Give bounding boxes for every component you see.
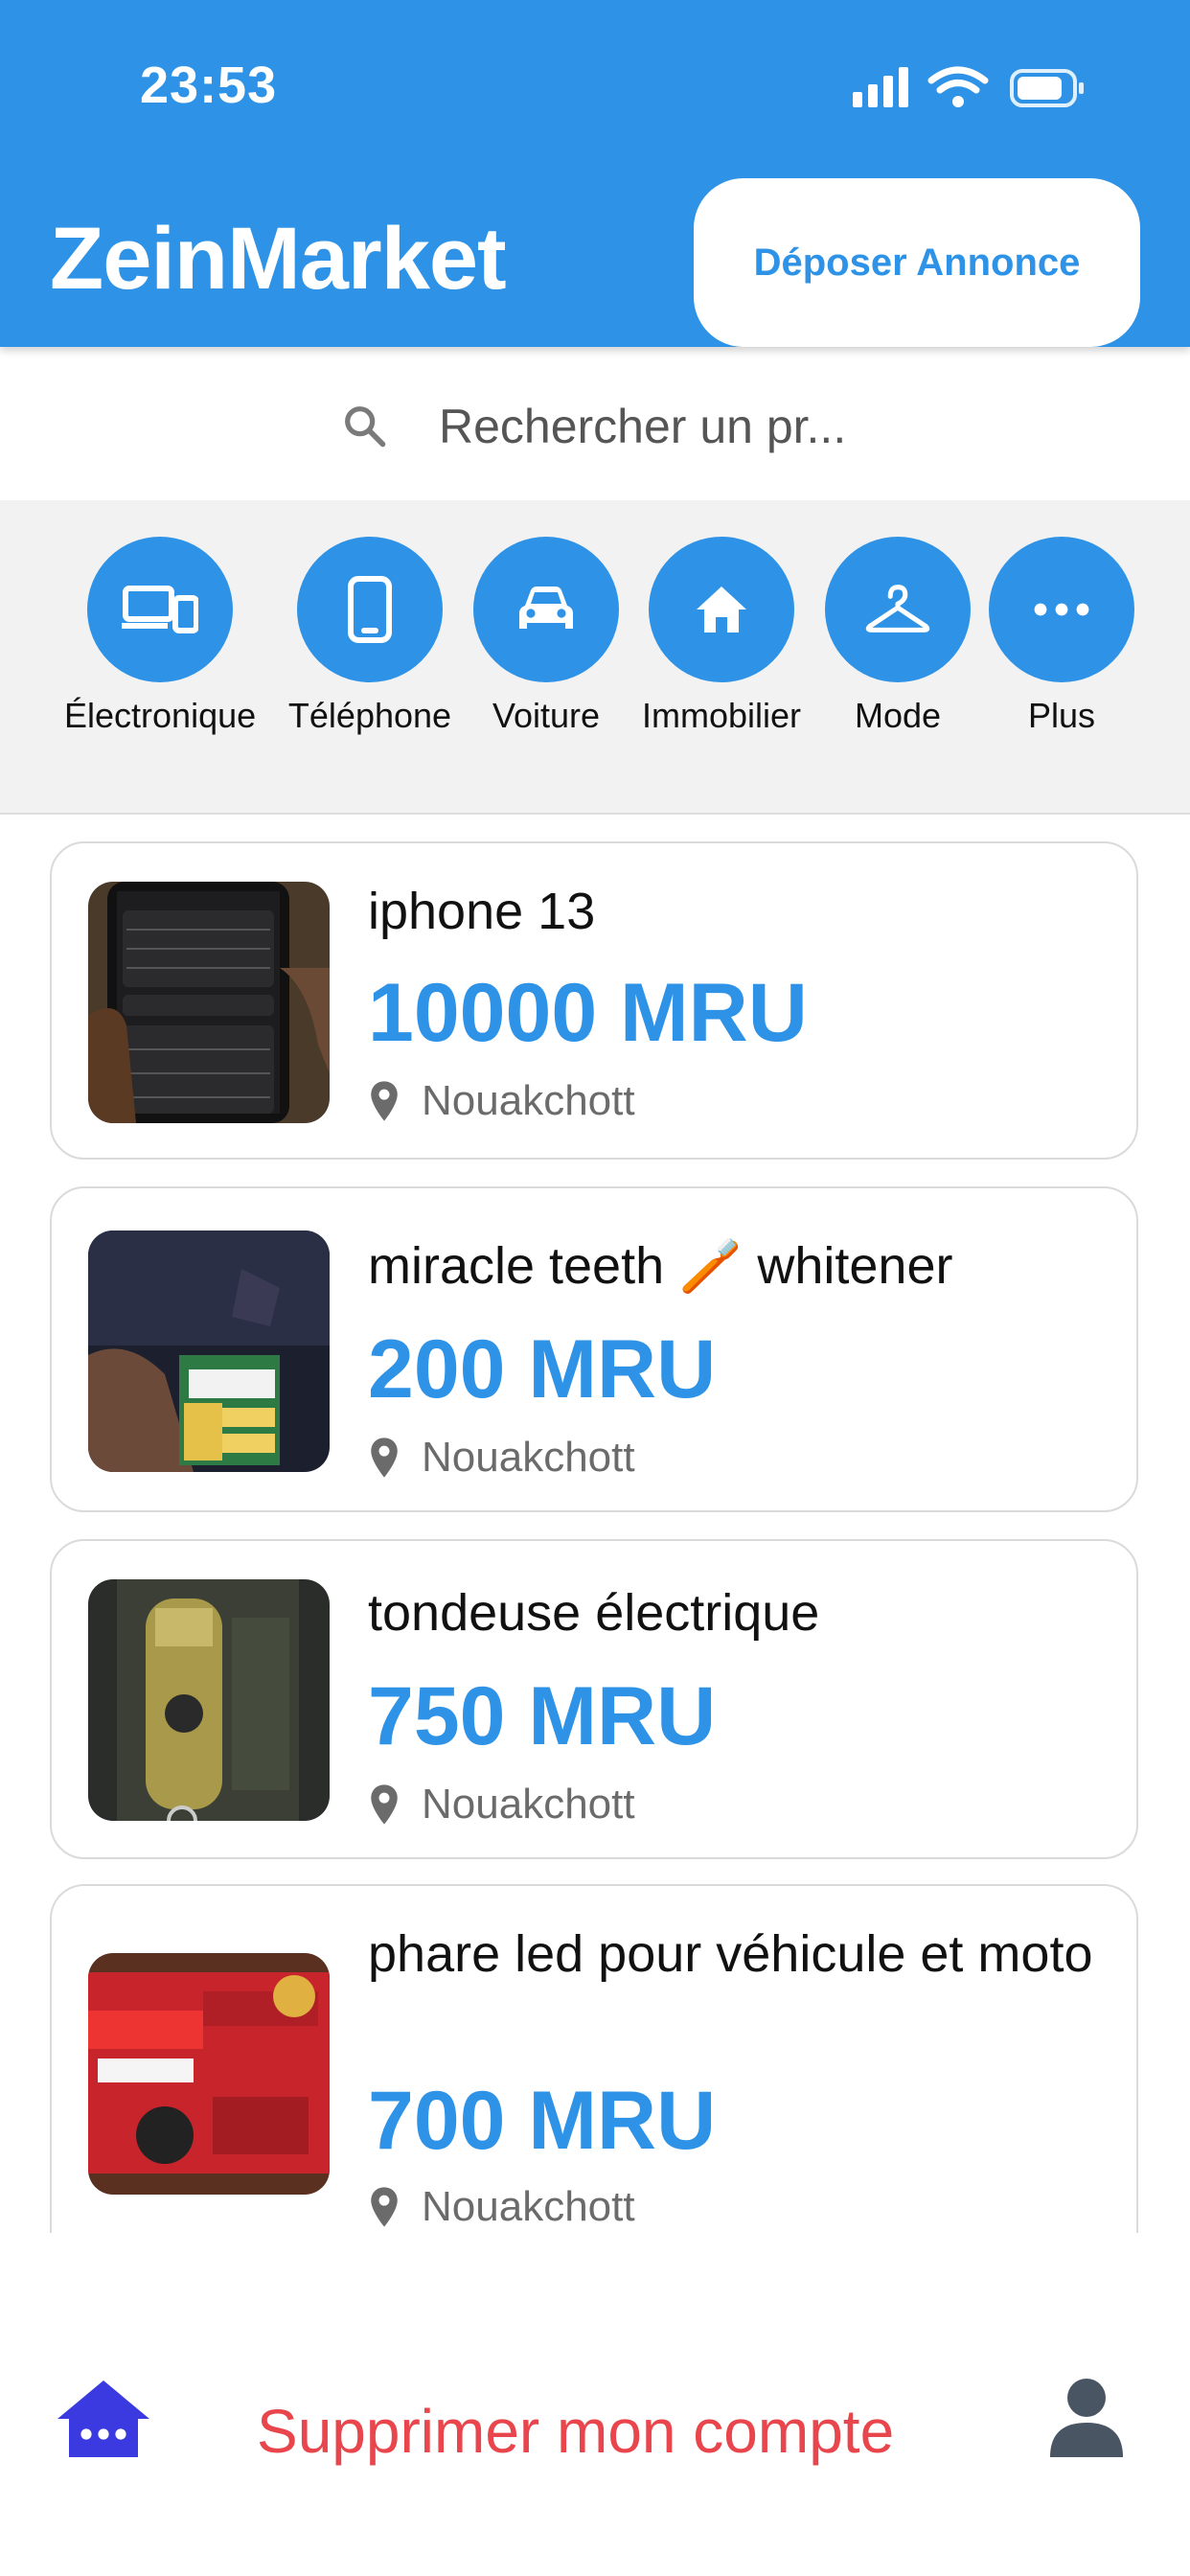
- listing-location: Nouakchott: [368, 1077, 635, 1125]
- category-label: Électronique: [64, 696, 257, 735]
- listing-price: 750 MRU: [368, 1670, 717, 1762]
- listing-location-text: Nouakchott: [422, 2183, 635, 2230]
- category-mode[interactable]: Mode: [802, 537, 994, 748]
- category-icon-circle: [649, 537, 794, 682]
- category-label: Immobilier: [641, 696, 802, 735]
- listing-location: Nouakchott: [368, 1781, 635, 1828]
- listing-price: 10000 MRU: [368, 967, 808, 1059]
- category-icon-circle: [297, 537, 443, 682]
- phone-icon: [348, 576, 392, 643]
- category-label: Mode: [854, 696, 942, 735]
- search-icon: [345, 406, 386, 448]
- listing-location-text: Nouakchott: [422, 1781, 635, 1828]
- listing-photo: [88, 1230, 330, 1472]
- category-icon-circle: [989, 537, 1134, 682]
- listing-card[interactable]: tondeuse électrique 750 MRU Nouakchott: [50, 1539, 1138, 1859]
- delete-account-button[interactable]: Supprimer mon compte: [257, 2396, 894, 2467]
- category-icon-circle: [825, 537, 971, 682]
- location-pin-icon: [371, 1438, 398, 1478]
- listing-location: Nouakchott: [368, 2183, 635, 2231]
- search-input[interactable]: [437, 387, 977, 466]
- hanger-icon: [865, 585, 930, 632]
- devices-icon: [122, 586, 198, 633]
- listing-title: tondeuse électrique: [368, 1584, 820, 1642]
- category-label: Téléphone: [287, 696, 452, 735]
- listing-location: Nouakchott: [368, 1434, 635, 1482]
- status-icons: [853, 66, 1084, 107]
- profile-icon[interactable]: [1048, 2377, 1125, 2459]
- category-plus[interactable]: Plus: [966, 537, 1157, 748]
- category-label: Voiture: [492, 696, 601, 735]
- listing-photo: [88, 882, 330, 1123]
- car-icon: [519, 586, 573, 629]
- category-immobilier[interactable]: Immobilier: [626, 537, 817, 748]
- app-title: ZeinMarket: [50, 210, 507, 308]
- listing-photo: [88, 1953, 330, 2195]
- listing-card[interactable]: iphone 13 10000 MRU Nouakchott: [50, 841, 1138, 1160]
- listing-card[interactable]: miracle teeth 🪥 whitener 200 MRU Nouakch…: [50, 1186, 1138, 1512]
- listing-location-text: Nouakchott: [422, 1077, 635, 1124]
- category-icon-circle: [87, 537, 233, 682]
- category-icon-circle: [473, 537, 619, 682]
- category-electronique[interactable]: Électronique: [64, 537, 256, 748]
- listing-price: 200 MRU: [368, 1323, 717, 1415]
- listing-card[interactable]: phare led pour véhicule et moto 700 MRU …: [50, 1884, 1138, 2287]
- listing-location-text: Nouakchott: [422, 1434, 635, 1481]
- location-pin-icon: [371, 2187, 398, 2227]
- listing-title: phare led pour véhicule et moto: [368, 1925, 1093, 1983]
- listing-photo: [88, 1579, 330, 1821]
- home-nav-icon[interactable]: [54, 2377, 153, 2461]
- status-time: 23:53: [140, 57, 278, 114]
- listing-title: iphone 13: [368, 883, 596, 940]
- location-pin-icon: [371, 1081, 398, 1121]
- home-icon: [697, 586, 746, 632]
- listing-title: miracle teeth 🪥 whitener: [368, 1237, 953, 1295]
- post-ad-button[interactable]: Déposer Annonce: [694, 178, 1140, 347]
- category-label: Plus: [1027, 696, 1096, 735]
- more-icon: [1034, 603, 1089, 616]
- listing-price: 700 MRU: [368, 2075, 717, 2167]
- category-telephone[interactable]: Téléphone: [274, 537, 466, 748]
- category-voiture[interactable]: Voiture: [450, 537, 642, 748]
- location-pin-icon: [371, 1784, 398, 1825]
